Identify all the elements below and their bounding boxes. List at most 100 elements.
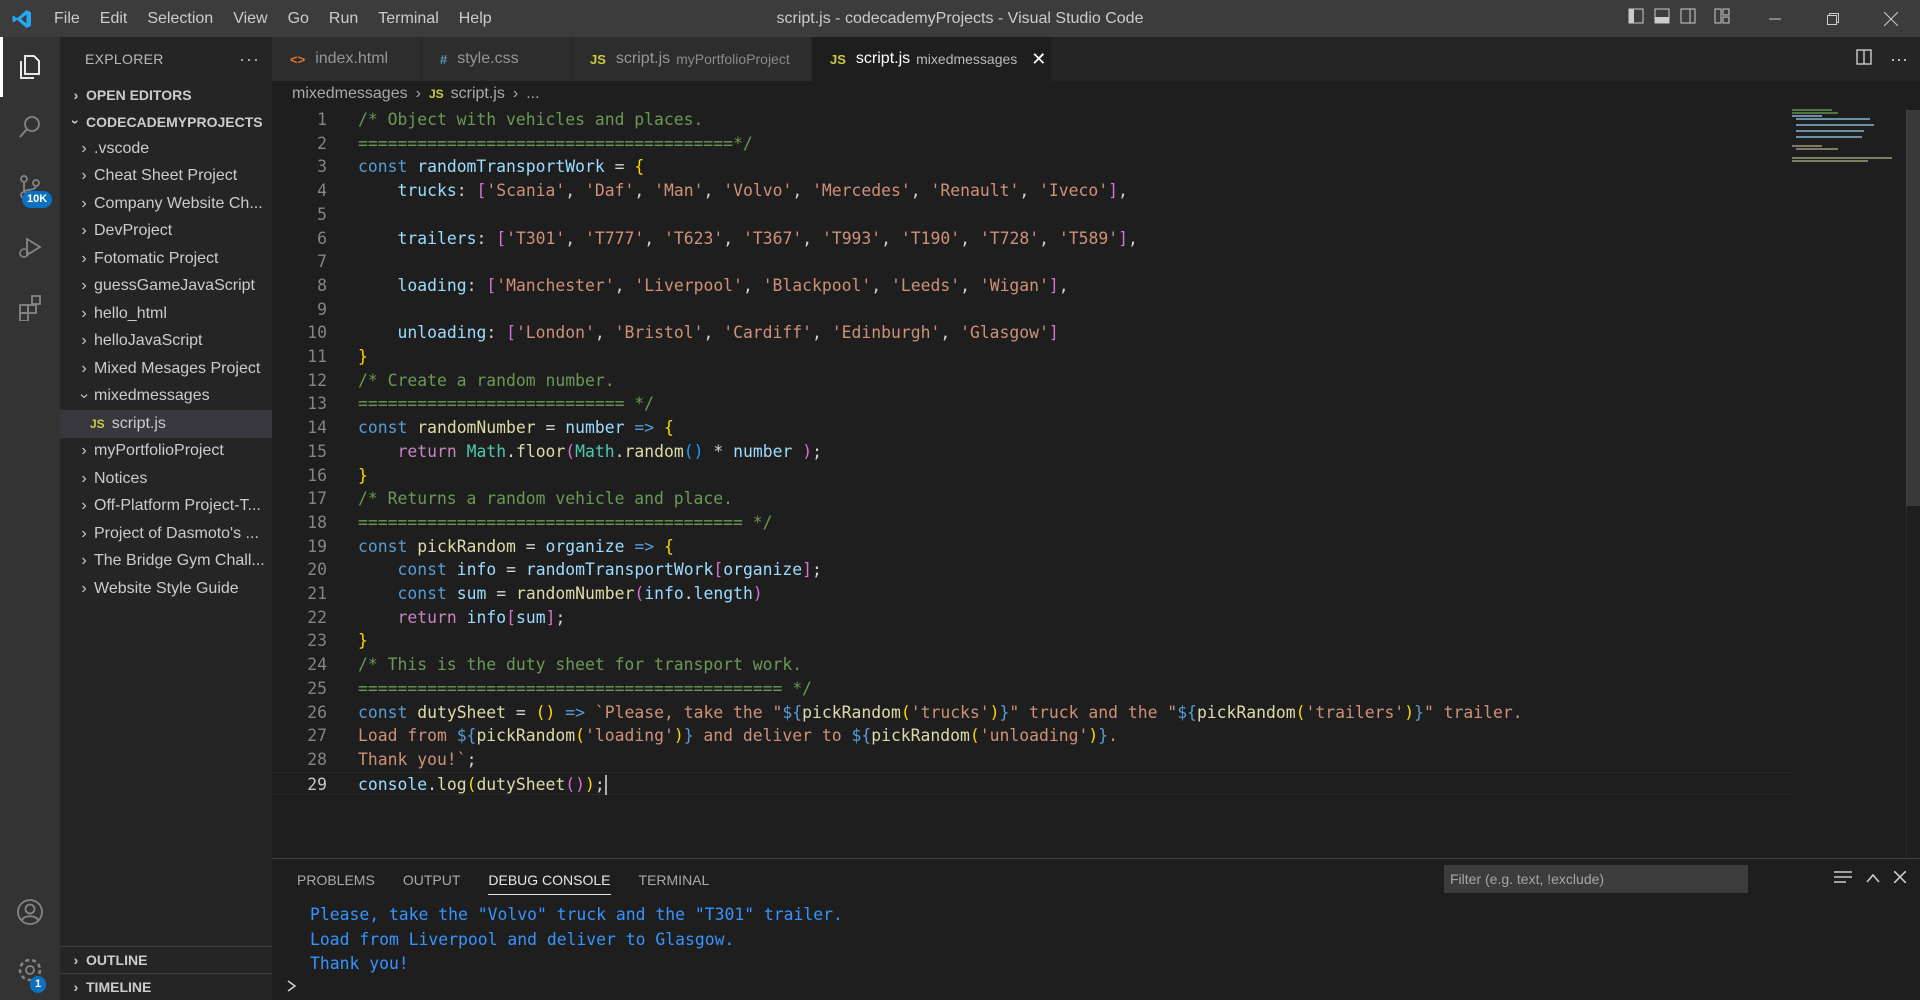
editor-tab[interactable]: # style.css	[422, 37, 572, 81]
outline-section[interactable]: › OUTLINE	[60, 946, 272, 973]
folder-item[interactable]: › helloJavaScript	[60, 328, 272, 356]
code-line: 22 return info[sum];	[272, 606, 1792, 630]
code-line: 14 const randomNumber = number => {	[272, 416, 1792, 440]
tree-item-label: Project of Dasmoto's ...	[94, 524, 259, 542]
manage-gear-icon[interactable]: 1	[0, 940, 60, 1000]
minimize-button[interactable]	[1746, 0, 1804, 37]
menu-item-go[interactable]: Go	[278, 0, 319, 37]
code-line: 23}	[272, 629, 1792, 653]
folder-item[interactable]: › .vscode	[60, 135, 272, 163]
code-text: return Math.floor(Math.random() * number…	[397, 441, 822, 461]
menu-item-terminal[interactable]: Terminal	[368, 0, 448, 37]
line-number: 25	[307, 678, 327, 698]
folder-item[interactable]: › Notices	[60, 465, 272, 493]
folder-item[interactable]: › Cheat Sheet Project	[60, 163, 272, 191]
search-icon[interactable]	[0, 97, 60, 157]
tree-item-label: Company Website Ch...	[94, 194, 263, 212]
panel-tab-problems[interactable]: PROBLEMS	[297, 859, 387, 901]
close-tab-icon[interactable]: ✕	[1031, 49, 1046, 70]
menu-item-help[interactable]: Help	[449, 0, 502, 37]
file-type-icon: JS	[590, 51, 606, 67]
menu-item-selection[interactable]: Selection	[137, 0, 223, 37]
split-editor-icon[interactable]	[1856, 48, 1872, 70]
editor-tab[interactable]: JS script.js mixedmessages ✕	[812, 37, 1052, 81]
code-text: console.log(dutySheet());	[358, 774, 607, 796]
chevron-right-icon: ›	[81, 222, 87, 240]
folder-item[interactable]: › Project of Dasmoto's ...	[60, 520, 272, 548]
panel-tab-output[interactable]: OUTPUT	[403, 859, 473, 901]
close-panel-icon[interactable]	[1893, 870, 1907, 888]
folder-item[interactable]: › DevProject	[60, 218, 272, 246]
line-number: 7	[317, 252, 327, 272]
tab-label: script.js	[615, 50, 671, 67]
menu-item-view[interactable]: View	[223, 0, 277, 37]
editor-tab[interactable]: <> index.html	[272, 37, 422, 81]
line-number: 6	[317, 228, 327, 248]
debug-console-filter-input[interactable]	[1444, 865, 1748, 893]
panel-tab-terminal[interactable]: TERMINAL	[639, 859, 722, 901]
folder-item[interactable]: › mixedmessages	[60, 383, 272, 411]
code-text: ======================================= …	[358, 512, 773, 532]
layout-controls	[1628, 0, 1730, 37]
code-text: }	[358, 465, 368, 485]
menu-item-file[interactable]: File	[44, 0, 90, 37]
editor-tab[interactable]: JS script.js myPortfolioProject	[572, 37, 812, 81]
menu-bar: File Edit Selection View Go Run Terminal Help	[44, 0, 502, 37]
accounts-icon[interactable]	[0, 882, 60, 942]
folder-item[interactable]: › Off-Platform Project-T...	[60, 493, 272, 521]
close-window-button[interactable]	[1862, 0, 1920, 37]
file-type-icon: #	[440, 51, 448, 67]
bottom-panel: PROBLEMS OUTPUT DEBUG CONSOLE TERMINAL Plea…	[272, 858, 1920, 1000]
code-line: 18 ======================================…	[272, 511, 1792, 535]
console-prompt-chevron-icon[interactable]	[286, 979, 298, 998]
menu-item-edit[interactable]: Edit	[90, 0, 138, 37]
more-actions-icon[interactable]: ···	[1890, 49, 1908, 70]
toggle-primary-sidebar-icon[interactable]	[1628, 8, 1644, 29]
code-text: Load from ${pickRandom('loading')} and d…	[358, 726, 1118, 746]
code-text: ======================================*/	[358, 133, 753, 153]
code-line: 21 const sum = randomNumber(info.length)	[272, 582, 1792, 606]
run-debug-icon[interactable]	[0, 217, 60, 277]
folder-item[interactable]: › Mixed Mesages Project	[60, 355, 272, 383]
toggle-panel-icon[interactable]	[1654, 8, 1670, 29]
folder-item[interactable]: › The Bridge Gym Chall...	[60, 548, 272, 576]
folder-item[interactable]: › guessGameJavaScript	[60, 273, 272, 301]
folder-item[interactable]: › Fotomatic Project	[60, 245, 272, 273]
workspace-root-section[interactable]: › CODECADEMYPROJECTS	[60, 108, 272, 135]
breadcrumb-file[interactable]: script.js	[451, 85, 505, 103]
folder-item[interactable]: › hello_html	[60, 300, 272, 328]
folder-item[interactable]: › Website Style Guide	[60, 575, 272, 603]
breadcrumb-more[interactable]: ...	[526, 85, 539, 103]
code-editor[interactable]: 1 /* Object with vehicles and places. 2 ===…	[272, 107, 1906, 857]
clear-console-icon[interactable]	[1834, 870, 1852, 889]
code-text: ========================================…	[358, 678, 812, 698]
panel-tab-debug-console[interactable]: DEBUG CONSOLE	[488, 859, 622, 901]
timeline-section[interactable]: › TIMELINE	[60, 973, 272, 1000]
line-number: 23	[307, 631, 327, 651]
menu-item-run[interactable]: Run	[319, 0, 368, 37]
folder-item[interactable]: › myPortfolioProject	[60, 438, 272, 466]
chevron-right-icon: ›	[81, 332, 87, 350]
line-number: 1	[317, 110, 327, 129]
code-line: 16}	[272, 464, 1792, 488]
more-actions-icon[interactable]: ···	[239, 49, 260, 70]
code-text: unloading: ['London', 'Bristol', 'Cardif…	[397, 323, 1059, 343]
open-editors-section[interactable]: › OPEN EDITORS	[60, 81, 272, 108]
breadcrumb-folder[interactable]: mixedmessages	[292, 85, 408, 103]
customize-layout-icon[interactable]	[1714, 8, 1730, 29]
minimap[interactable]	[1790, 107, 1894, 167]
explorer-icon[interactable]	[0, 37, 60, 97]
extensions-icon[interactable]	[0, 277, 60, 337]
chevron-right-icon: ›	[81, 497, 87, 515]
folder-item[interactable]: › Company Website Ch...	[60, 190, 272, 218]
line-number: 12	[307, 370, 327, 390]
chevron-down-icon: ›	[68, 119, 84, 124]
maximize-panel-icon[interactable]	[1866, 870, 1880, 888]
scrollbar-thumb[interactable]	[1906, 110, 1920, 506]
chevron-right-icon: ›	[81, 579, 87, 597]
file-item[interactable]: JS script.js	[60, 410, 272, 438]
code-line: 19 const pickRandom = organize => {	[272, 535, 1792, 559]
restore-button[interactable]	[1804, 0, 1862, 37]
toggle-secondary-sidebar-icon[interactable]	[1680, 8, 1696, 29]
source-control-icon[interactable]: 10K	[0, 157, 60, 217]
